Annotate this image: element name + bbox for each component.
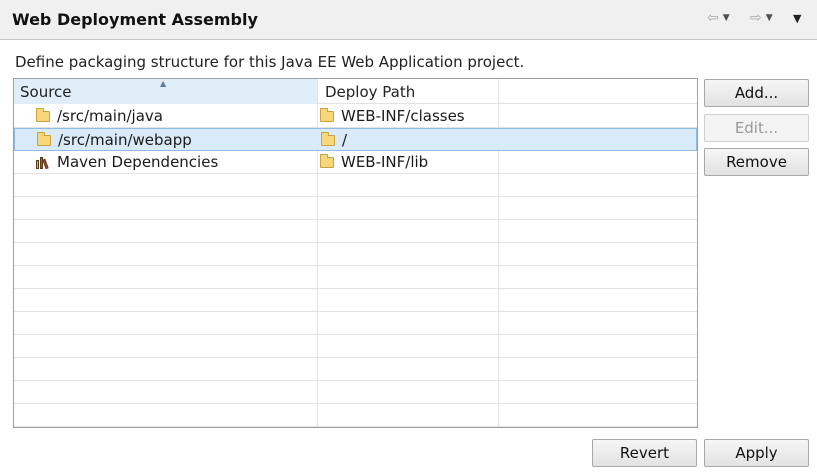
empty-row: [14, 312, 697, 335]
empty-row: [14, 289, 697, 312]
library-icon: [36, 156, 51, 169]
page-title: Web Deployment Assembly: [12, 10, 258, 29]
empty-row: [14, 243, 697, 266]
empty-row: [14, 174, 697, 197]
table-row-selected[interactable]: /src/main/webapp /: [14, 128, 697, 151]
revert-button[interactable]: Revert: [592, 439, 697, 467]
folder-icon: [37, 131, 51, 146]
source-label: /src/main/java: [57, 107, 163, 125]
edit-button[interactable]: Edit...: [704, 114, 809, 142]
back-arrow-icon: ⇦: [707, 10, 719, 26]
empty-row: [14, 220, 697, 243]
sort-ascending-icon: ▲: [160, 79, 167, 88]
empty-row: [14, 335, 697, 358]
page-header: Web Deployment Assembly ⇦ ▼ ⇨ ▼ ▼: [0, 0, 817, 40]
remove-button[interactable]: Remove: [704, 148, 809, 176]
empty-row: [14, 358, 697, 381]
deploy-cell: WEB-INF/classes: [320, 105, 465, 127]
deploy-label: WEB-INF/lib: [341, 153, 429, 171]
deployment-table[interactable]: Source ▲ Deploy Path /src/main/java WEB-…: [13, 78, 698, 428]
folder-icon: [36, 107, 50, 122]
forward-dropdown-icon[interactable]: ▼: [766, 13, 773, 23]
deploy-label: /: [342, 131, 348, 149]
empty-row: [14, 197, 697, 220]
forward-arrow-icon: ⇨: [750, 10, 762, 26]
deploy-label: WEB-INF/classes: [341, 107, 465, 125]
source-cell: Maven Dependencies: [36, 151, 218, 173]
source-cell: /src/main/java: [36, 105, 163, 127]
table-row[interactable]: Maven Dependencies WEB-INF/lib: [14, 151, 697, 174]
source-cell: /src/main/webapp: [37, 129, 192, 151]
source-label: /src/main/webapp: [58, 131, 192, 149]
empty-row: [14, 381, 697, 404]
deploy-cell: /: [321, 129, 347, 151]
forward-button[interactable]: ⇨ ▼: [750, 8, 773, 28]
back-button[interactable]: ⇦ ▼: [707, 8, 730, 28]
add-button[interactable]: Add...: [704, 79, 809, 107]
apply-button[interactable]: Apply: [704, 439, 809, 467]
back-dropdown-icon[interactable]: ▼: [723, 13, 730, 23]
table-header: Source ▲ Deploy Path: [14, 79, 697, 104]
source-label: Maven Dependencies: [57, 153, 219, 171]
empty-row: [14, 404, 697, 427]
view-menu-icon: ▼: [793, 11, 802, 25]
folder-icon: [320, 107, 334, 122]
folder-icon: [321, 131, 335, 146]
table-row[interactable]: /src/main/java WEB-INF/classes: [14, 105, 697, 128]
view-menu-button[interactable]: ▼: [793, 8, 801, 28]
deploy-cell: WEB-INF/lib: [320, 151, 428, 173]
folder-icon: [320, 153, 334, 168]
empty-row: [14, 266, 697, 289]
description-text: Define packaging structure for this Java…: [15, 53, 525, 71]
column-header-deploy-path[interactable]: Deploy Path: [318, 79, 498, 104]
column-header-empty: [499, 79, 697, 104]
